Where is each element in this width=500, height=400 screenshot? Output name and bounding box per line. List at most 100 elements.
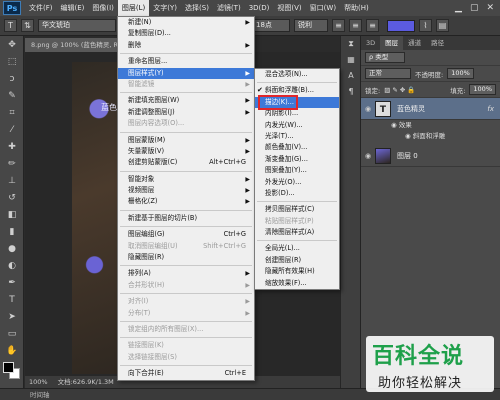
menu-edit[interactable]: 编辑(E) xyxy=(57,0,89,16)
move-tool-icon[interactable]: ✥ xyxy=(0,36,24,53)
align-right-icon[interactable]: ≡ xyxy=(366,19,379,32)
eraser-tool-icon[interactable]: ◧ xyxy=(0,206,24,223)
tab-layers[interactable]: 图层 xyxy=(380,36,404,50)
style-menu-item[interactable]: 清除图层样式(A) xyxy=(255,227,339,238)
dodge-tool-icon[interactable]: ◐ xyxy=(0,257,24,274)
layer-menu-item[interactable]: 向下合并(E) Ctrl+E xyxy=(118,368,254,379)
layer-menu-item[interactable]: 新建基于图层的切片(B) xyxy=(118,213,254,224)
close-icon[interactable]: ✕ xyxy=(486,3,494,13)
style-menu-item[interactable]: 全局光(L)... xyxy=(255,243,339,254)
hand-tool-icon[interactable]: ✋ xyxy=(0,342,24,359)
layer-menu-item[interactable]: 隐藏图层(R) xyxy=(118,252,254,263)
marquee-tool-icon[interactable]: ⬚ xyxy=(0,53,24,70)
history-brush-icon[interactable]: ↺ xyxy=(0,189,24,206)
style-menu-item[interactable]: 渐变叠加(G)... xyxy=(255,154,339,165)
visibility-eye-icon[interactable]: ◉ xyxy=(361,152,375,160)
blend-mode-select[interactable]: 正常 xyxy=(365,68,411,79)
foreground-color-swatch[interactable] xyxy=(3,362,14,373)
type-tool-icon[interactable]: T xyxy=(0,291,24,308)
clone-stamp-icon[interactable]: ⊥ xyxy=(0,172,24,189)
layer-menu-item[interactable]: 图层编组(G) Ctrl+G xyxy=(118,229,254,240)
blur-tool-icon[interactable]: ● xyxy=(0,240,24,257)
maximize-icon[interactable]: ▢ xyxy=(470,3,479,13)
menu-layer[interactable]: 图层(L) xyxy=(117,0,150,16)
eyedropper-tool-icon[interactable]: ⁄ xyxy=(0,121,24,138)
lock-icons[interactable]: ▨ ✎ ✥ 🔒 xyxy=(384,86,415,94)
style-menu-item[interactable]: 投影(D)... xyxy=(255,188,339,199)
antialias-select[interactable]: 锐利 xyxy=(294,19,328,32)
effect-bevel-emboss[interactable]: ◉ 斜面和浮雕 xyxy=(361,131,500,142)
gradient-tool-icon[interactable]: ▮ xyxy=(0,223,24,240)
layer-menu-item[interactable]: 图层样式(Y) ▶ xyxy=(118,67,254,79)
fx-icon[interactable]: fx xyxy=(487,105,494,113)
style-menu-item[interactable]: 颜色叠加(V)... xyxy=(255,142,339,153)
timeline-tab[interactable]: 时间轴 xyxy=(30,389,50,400)
pen-tool-icon[interactable]: ✒ xyxy=(0,274,24,291)
crop-tool-icon[interactable]: ⌗ xyxy=(0,104,24,121)
style-menu-item[interactable]: 外发光(O)... xyxy=(255,177,339,188)
style-menu-item[interactable]: 拷贝图层样式(C) xyxy=(255,204,339,215)
style-menu-item[interactable]: 创建图层(R) xyxy=(255,255,339,266)
document-tab[interactable]: 8.png @ 100% (蓝色精灵, RGB/8) xyxy=(25,38,120,52)
font-size-select[interactable]: 18点 xyxy=(252,19,290,32)
layer-menu-item[interactable]: 矢量蒙版(V) ▶ xyxy=(118,146,254,157)
zoom-level[interactable]: 100% xyxy=(29,376,48,388)
properties-panel-icon[interactable]: ▦ xyxy=(341,52,361,68)
layer-menu-item[interactable]: 创建剪贴蒙版(C) Alt+Ctrl+G xyxy=(118,157,254,168)
shape-tool-icon[interactable]: ▭ xyxy=(0,325,24,342)
style-menu-item[interactable]: 隐藏所有效果(H) xyxy=(255,266,339,277)
style-menu-item[interactable]: 缩放效果(F)... xyxy=(255,278,339,289)
style-menu-item[interactable]: 光泽(T)... xyxy=(255,131,339,142)
layer-menu-item[interactable]: 智能对象 ▶ xyxy=(118,174,254,185)
history-panel-icon[interactable]: ⧗ xyxy=(341,36,361,52)
font-family-select[interactable]: 华文琥珀 xyxy=(38,19,116,32)
text-orientation-icon[interactable]: ⇅ xyxy=(21,19,34,32)
layer-filter-select[interactable]: ρ 类型 xyxy=(365,52,405,63)
fill-input[interactable]: 100% xyxy=(469,84,496,95)
text-tool-icon[interactable]: T xyxy=(4,19,17,32)
layer-menu-item[interactable]: 视频图层 ▶ xyxy=(118,185,254,196)
healing-brush-icon[interactable]: ✚ xyxy=(0,138,24,155)
layer-menu-item[interactable]: 重命名图层... xyxy=(118,56,254,67)
minimize-icon[interactable]: ▁ xyxy=(455,3,462,13)
brush-tool-icon[interactable]: ✏ xyxy=(0,155,24,172)
character-panel-icon[interactable]: ▤ xyxy=(436,19,449,32)
tab-3d[interactable]: 3D xyxy=(361,36,380,50)
character-panel-icon[interactable]: A xyxy=(341,68,361,84)
layer-row-text[interactable]: ◉ T 蓝色精灵 fx xyxy=(361,98,500,120)
menu-file[interactable]: 文件(F) xyxy=(25,0,57,16)
menu-select[interactable]: 选择(S) xyxy=(181,0,213,16)
menu-window[interactable]: 窗口(W) xyxy=(306,0,340,16)
menu-filter[interactable]: 滤镜(T) xyxy=(213,0,245,16)
path-select-icon[interactable]: ➤ xyxy=(0,308,24,325)
tab-paths[interactable]: 路径 xyxy=(426,36,449,50)
layer-menu-item[interactable]: 排列(A) ▶ xyxy=(118,268,254,279)
style-menu-item[interactable]: 图案叠加(Y)... xyxy=(255,165,339,176)
warp-text-icon[interactable]: ⌇ xyxy=(419,19,432,32)
paragraph-panel-icon[interactable]: ¶ xyxy=(341,84,361,100)
quick-select-tool-icon[interactable]: ✎ xyxy=(0,87,24,104)
layer-menu-item[interactable]: 新建(N) ▶ xyxy=(118,17,254,28)
visibility-eye-icon[interactable]: ◉ xyxy=(361,105,375,113)
menu-type[interactable]: 文字(Y) xyxy=(149,0,181,16)
menu-view[interactable]: 视图(V) xyxy=(273,0,305,16)
color-swatches[interactable] xyxy=(3,362,21,380)
align-center-icon[interactable]: ≡ xyxy=(349,19,362,32)
opacity-input[interactable]: 100% xyxy=(447,68,474,79)
menu-3d[interactable]: 3D(D) xyxy=(245,0,274,16)
layer-menu-item[interactable]: 栅格化(Z) ▶ xyxy=(118,196,254,207)
layer-menu-item[interactable]: 图层蒙版(M) ▶ xyxy=(118,135,254,146)
tab-channels[interactable]: 通道 xyxy=(403,36,426,50)
align-left-icon[interactable]: ≡ xyxy=(332,19,345,32)
menu-image[interactable]: 图像(I) xyxy=(88,0,118,16)
layer-menu-item[interactable]: 复制图层(D)... xyxy=(118,28,254,39)
lasso-tool-icon[interactable]: ↄ xyxy=(0,70,24,87)
menu-help[interactable]: 帮助(H) xyxy=(340,0,373,16)
style-menu-item[interactable]: 内发光(W)... xyxy=(255,120,339,131)
layer-row-image[interactable]: ◉ 图层 0 xyxy=(361,145,500,167)
text-color-swatch[interactable] xyxy=(387,19,415,32)
layer-menu-item[interactable]: 新建填充图层(W) ▶ xyxy=(118,95,254,106)
style-menu-item[interactable]: 混合选项(N)... xyxy=(255,69,339,80)
layer-menu-item[interactable]: 新建调整图层(J) ▶ xyxy=(118,107,254,118)
layer-menu-item[interactable]: 删除 ▶ xyxy=(118,40,254,51)
